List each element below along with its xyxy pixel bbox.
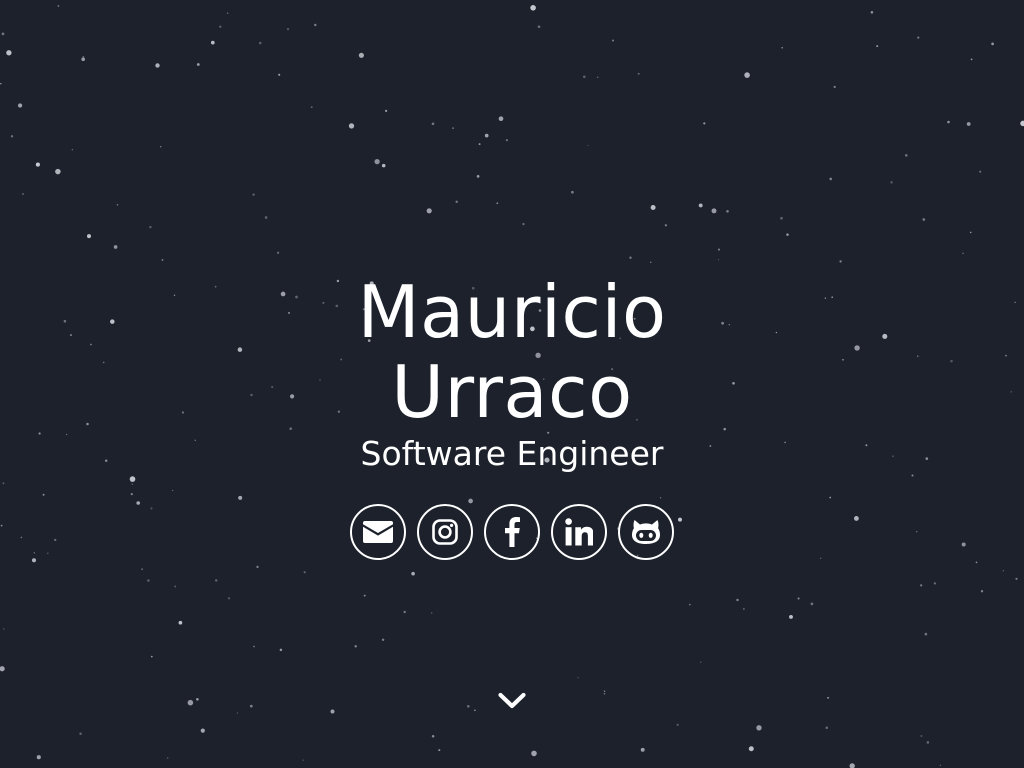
hero-section: Mauricio Urraco Software Engineer: [0, 0, 1024, 768]
social-links: [0, 504, 1024, 560]
scroll-down-button[interactable]: [497, 688, 527, 714]
linkedin-icon: [565, 518, 593, 546]
hero-subtitle: Software Engineer: [360, 434, 664, 473]
github-icon: [632, 520, 660, 544]
instagram-icon: [432, 519, 458, 545]
facebook-icon: [505, 517, 520, 547]
email-link[interactable]: [350, 504, 406, 560]
chevron-down-icon: [498, 692, 526, 709]
instagram-link[interactable]: [417, 504, 473, 560]
hero-name: Mauricio Urraco: [0, 272, 1024, 432]
envelope-icon: [363, 521, 393, 543]
linkedin-link[interactable]: [551, 504, 607, 560]
hero-content: Mauricio Urraco Software Engineer: [0, 272, 1024, 560]
github-link[interactable]: [618, 504, 674, 560]
name-first: Mauricio: [357, 270, 667, 354]
facebook-link[interactable]: [484, 504, 540, 560]
name-last: Urraco: [391, 350, 633, 434]
